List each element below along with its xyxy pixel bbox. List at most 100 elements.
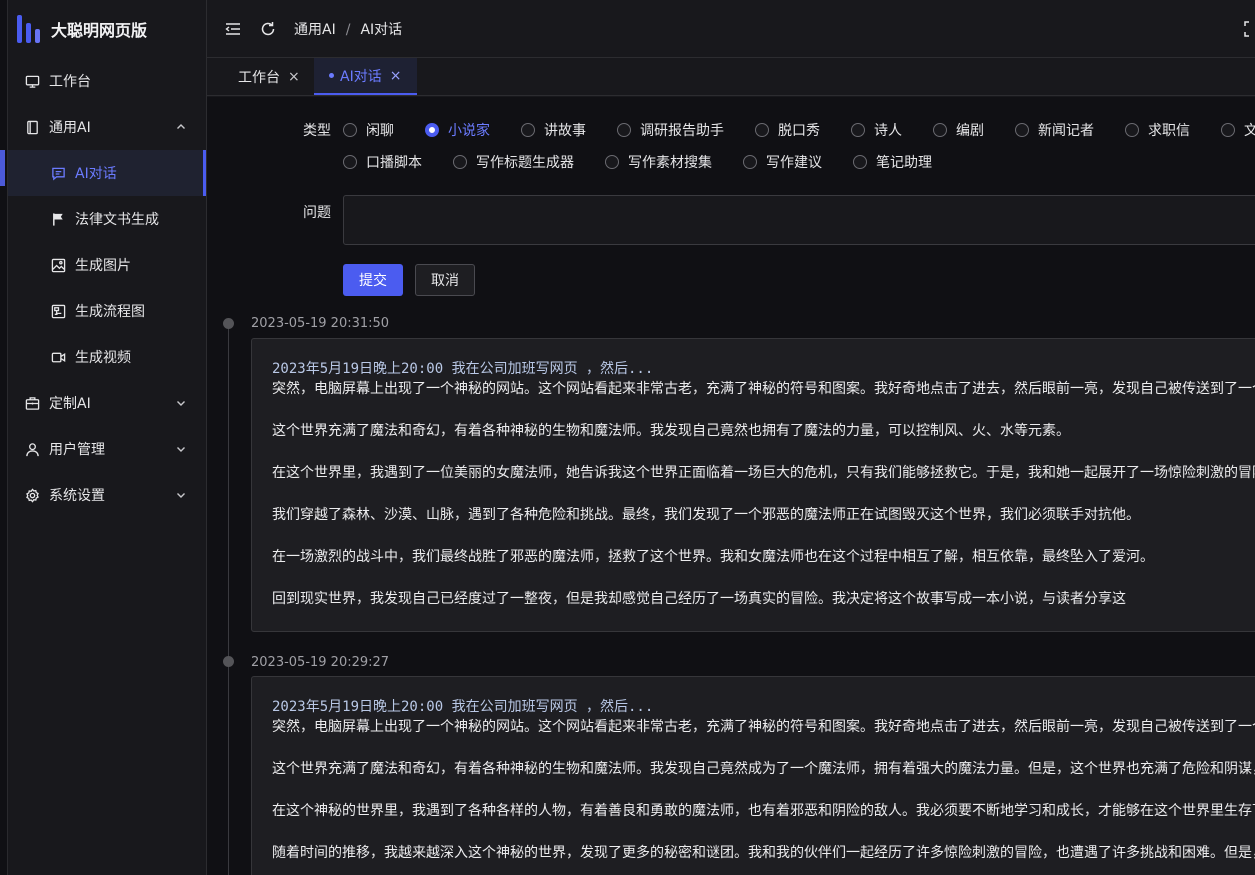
radio-circle [853,155,867,169]
flag-icon [50,211,66,227]
tab-bar: 工作台 × AI对话 × [207,58,1255,96]
tab-ai-chat[interactable]: AI对话 × [314,58,418,95]
radio-label: 写作素材搜集 [628,155,712,171]
radio-journalist[interactable]: 新闻记者 [1015,120,1094,140]
active-dot-icon [329,73,334,78]
breadcrumb: 通用AI / AI对话 [294,19,402,39]
sidebar-item-general-ai[interactable]: 通用AI [8,104,206,150]
fullscreen-icon[interactable] [1243,20,1255,38]
sidebar-item-workbench[interactable]: 工作台 [8,58,206,104]
radio-screenwriter[interactable]: 编剧 [933,120,984,140]
radio-circle [1015,123,1029,137]
radio-label: 写作建议 [766,155,822,171]
timeline-timestamp: 2023-05-19 20:29:27 [251,655,390,670]
radio-label: 口播脚本 [366,155,422,171]
radio-label: 诗人 [874,123,902,139]
logo-icon [17,15,40,43]
refresh-icon[interactable] [259,20,277,38]
app-title: 大聪明网页版 [51,21,148,40]
timeline-line [228,324,229,875]
message-icon [50,165,66,181]
answer-prompt: 2023年5月19日晚上20:00 我在公司加班写网页 ，然后... [272,361,654,377]
radio-material-search[interactable]: 写作素材搜集 [605,152,712,172]
radio-circle [425,123,439,137]
radio-cover-letter[interactable]: 求职信 [1125,120,1190,140]
briefcase-icon [24,395,40,411]
answer-paragraph: 突然，电脑屏幕上出现了一个神秘的网站。这个网站看起来非常古老，充满了神秘的符号和… [272,719,1255,735]
radio-circle [617,123,631,137]
breadcrumb-item: AI对话 [360,21,403,38]
radio-note-assistant[interactable]: 笔记助理 [853,152,932,172]
sidebar-item-label: 生成流程图 [75,304,145,320]
radio-title-generator[interactable]: 写作标题生成器 [453,152,574,172]
sidebar-item-generate-image[interactable]: 生成图片 [8,242,206,288]
sidebar-item-user-management[interactable]: 用户管理 [8,426,206,472]
sidebar-item-system-settings[interactable]: 系统设置 [8,472,206,518]
answer-paragraph: 这个世界充满了魔法和奇幻，有着各种神秘的生物和魔法师。我发现自己竟然成为了一个魔… [272,761,1255,777]
sidebar-item-label: 用户管理 [49,442,105,458]
radio-chat[interactable]: 闲聊 [343,120,394,140]
radio-novelist[interactable]: 小说家 [425,120,490,140]
radio-label: 编剧 [956,123,984,139]
sidebar-item-ai-chat[interactable]: AI对话 [8,150,206,196]
radio-label: 写作标题生成器 [476,155,574,171]
radio-poet[interactable]: 诗人 [851,120,902,140]
close-icon[interactable]: × [288,69,300,85]
radio-circle [605,155,619,169]
radio-broadcast-script[interactable]: 口播脚本 [343,152,422,172]
monitor-icon [24,73,40,89]
cancel-button[interactable]: 取消 [415,264,475,296]
question-input[interactable] [343,195,1255,245]
radio-storyteller[interactable]: 讲故事 [521,120,586,140]
radio-research-report[interactable]: 调研报告助手 [617,120,724,140]
radio-circle [453,155,467,169]
top-bar: 通用AI / AI对话 [207,0,1255,58]
answer-paragraph: 在这个神秘的世界里，我遇到了各种各样的人物，有着善良和勇敢的魔法师，也有着邪恶和… [272,803,1255,819]
answer-paragraph: 随着时间的推移，我越来越深入这个神秘的世界，发现了更多的秘密和谜团。我和我的伙伴… [272,845,1255,861]
sidebar-item-label: 系统设置 [49,488,105,504]
sidebar-item-label: AI对话 [75,166,117,182]
sidebar-item-legal-docs[interactable]: 法律文书生成 [8,196,206,242]
background-window-edge [0,0,8,875]
user-icon [24,441,40,457]
sidebar-item-label: 定制AI [49,396,91,412]
image-icon [50,257,66,273]
answer-paragraph: 在这个世界里，我遇到了一位美丽的女魔法师，她告诉我这个世界正面临着一场巨大的危机… [272,465,1255,481]
answer-card: 2023年5月19日晚上20:00 我在公司加班写网页 ，然后... 突然，电脑… [251,338,1255,632]
breadcrumb-item[interactable]: 通用AI [294,22,336,38]
radio-circle [755,123,769,137]
submit-button[interactable]: 提交 [343,264,403,296]
tab-label: 工作台 [238,69,280,86]
tab-workbench[interactable]: 工作台 × [238,58,300,95]
radio-label: 新闻记者 [1038,123,1094,139]
radio-circle [851,123,865,137]
radio-circle [343,155,357,169]
background-window-marker [0,150,5,186]
tab-label: AI对话 [340,68,382,85]
book-icon [24,119,40,135]
sidebar-item-generate-flowchart[interactable]: 生成流程图 [8,288,206,334]
chevron-down-icon [177,447,185,452]
radio-circle [1221,123,1235,137]
chevron-down-icon [177,493,185,498]
chevron-down-icon [177,401,185,406]
flowchart-icon [50,303,66,319]
answer-paragraph: 回到现实世界，我发现自己已经度过了一整夜，但是我却感觉自己经历了一场真实的冒险。… [272,591,1126,607]
radio-label: 文 [1244,123,1255,139]
close-icon[interactable]: × [390,68,402,84]
answer-paragraph: 突然，电脑屏幕上出现了一个神秘的网站。这个网站看起来非常古老，充满了神秘的符号和… [272,381,1255,397]
sidebar-item-custom-ai[interactable]: 定制AI [8,380,206,426]
radio-circle [521,123,535,137]
sidebar-item-generate-video[interactable]: 生成视频 [8,334,206,380]
radio-circle [933,123,947,137]
answer-card: 2023年5月19日晚上20:00 我在公司加班写网页 ，然后... 突然，电脑… [251,676,1255,875]
radio-label: 脱口秀 [778,123,820,139]
radio-label: 笔记助理 [876,155,932,171]
radio-talk-show[interactable]: 脱口秀 [755,120,820,140]
answer-paragraph: 这个世界充满了魔法和奇幻，有着各种神秘的生物和魔法师。我发现自己竟然也拥有了魔法… [272,423,1070,439]
radio-circle [343,123,357,137]
menu-fold-icon[interactable] [224,20,242,38]
radio-writing-advice[interactable]: 写作建议 [743,152,822,172]
chevron-up-icon [177,124,185,129]
radio-more[interactable]: 文 [1221,120,1255,140]
